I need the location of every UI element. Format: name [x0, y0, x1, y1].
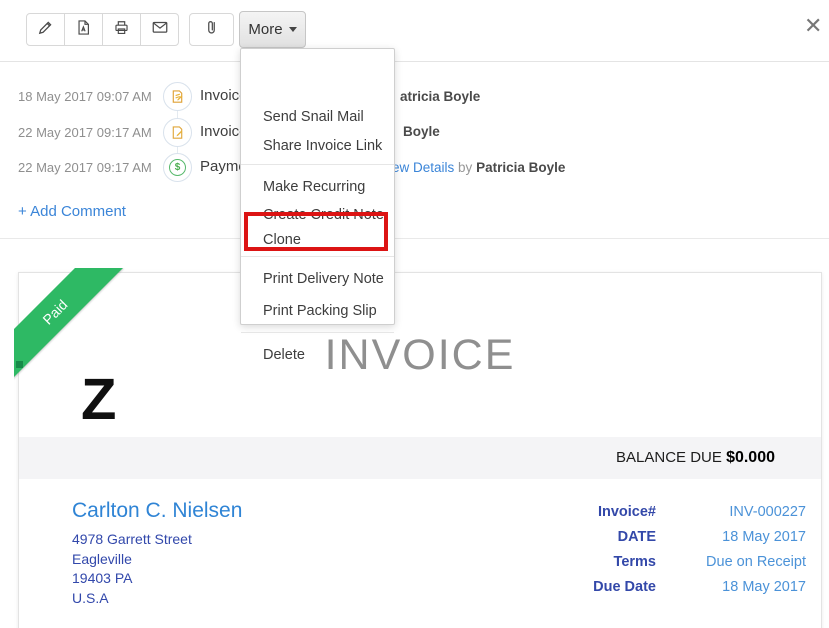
balance-due-value: $0.000 — [726, 449, 775, 466]
customer-address-line: 4978 Garrett Street — [72, 530, 242, 550]
timeline-date: 22 May 2017 09:17 AM — [18, 125, 152, 140]
email-button[interactable] — [140, 13, 179, 46]
menu-item-create-credit-note[interactable]: Create Credit Note — [241, 203, 394, 227]
menu-item-share-invoice-link[interactable]: Share Invoice Link — [241, 134, 394, 158]
customer-address-line: 19403 PA — [72, 569, 242, 589]
menu-item-print-delivery-note[interactable]: Print Delivery Note — [241, 267, 394, 291]
detail-value: 18 May 2017 — [449, 579, 806, 595]
dollar-icon: $ — [169, 159, 186, 176]
attach-button[interactable] — [189, 13, 234, 46]
timeline-user-fragment: atricia Boyle — [400, 89, 480, 104]
detail-value: Due on Receipt — [449, 554, 806, 570]
menu-item-delete[interactable]: Delete — [241, 343, 394, 367]
pdf-button[interactable] — [64, 13, 103, 46]
edit-button[interactable] — [26, 13, 65, 46]
more-button-label: More — [248, 21, 282, 38]
chevron-down-icon — [289, 27, 297, 32]
menu-divider — [241, 164, 394, 165]
more-button[interactable]: More — [239, 11, 306, 48]
envelope-icon — [151, 19, 169, 40]
menu-item-make-recurring[interactable]: Make Recurring — [241, 175, 394, 199]
customer-name[interactable]: Carlton C. Nielsen — [72, 499, 242, 523]
payment-icon: $ — [163, 153, 192, 182]
invoice-detail-row: Terms Due on Receipt — [449, 554, 809, 574]
timeline-date: 18 May 2017 09:07 AM — [18, 89, 152, 104]
customer-block: Carlton C. Nielsen 4978 Garrett Street E… — [72, 499, 242, 608]
invoice-detail-row: Due Date 18 May 2017 — [449, 579, 809, 599]
view-details-link[interactable]: ew Details — [392, 160, 454, 175]
toolbar-button-group — [26, 13, 179, 46]
detail-value: 18 May 2017 — [449, 529, 806, 545]
pencil-icon — [37, 19, 54, 41]
invoice-detail-row: DATE 18 May 2017 — [449, 529, 809, 549]
invoice-sent-icon — [163, 118, 192, 147]
customer-address-line: Eagleville — [72, 550, 242, 570]
add-comment-link[interactable]: + Add Comment — [18, 203, 126, 220]
detail-value: INV-000227 — [449, 504, 806, 520]
pdf-icon — [75, 19, 92, 41]
invoice-created-icon — [163, 82, 192, 111]
close-icon[interactable]: ✕ — [804, 15, 822, 37]
balance-due-bar: BALANCE DUE $0.000 — [19, 437, 821, 479]
menu-divider — [241, 256, 394, 257]
menu-item-print-packing-slip[interactable]: Print Packing Slip — [241, 299, 394, 323]
user-name: Patricia Boyle — [476, 160, 565, 175]
timeline-user-fragment: ew Details by Patricia Boyle — [392, 160, 565, 175]
print-button[interactable] — [102, 13, 141, 46]
timeline-user-fragment: Boyle — [403, 124, 440, 139]
invoice-detail-row: Invoice# INV-000227 — [449, 504, 809, 524]
section-divider — [0, 238, 829, 239]
toolbar: More ✕ — [0, 0, 829, 62]
balance-due-label: BALANCE DUE — [616, 449, 722, 466]
printer-icon — [113, 19, 130, 41]
menu-item-send-snail-mail[interactable]: Send Snail Mail — [241, 105, 394, 129]
invoice-detail-page: More ✕ 18 May 2017 09:07 AM 22 May 2017 … — [0, 0, 829, 628]
customer-address-line: U.S.A — [72, 589, 242, 609]
invoice-title: INVOICE — [19, 331, 821, 380]
menu-divider — [241, 332, 394, 333]
company-logo: Z — [81, 366, 116, 433]
paperclip-icon — [203, 19, 220, 41]
by-text: by — [458, 160, 472, 175]
timeline-date: 22 May 2017 09:17 AM — [18, 160, 152, 175]
more-dropdown-menu: Send Snail Mail Share Invoice Link Make … — [240, 48, 395, 325]
invoice-preview: Paid INVOICE Z BALANCE DUE $0.000 Carlto… — [18, 272, 822, 628]
menu-item-clone[interactable]: Clone — [241, 228, 394, 252]
